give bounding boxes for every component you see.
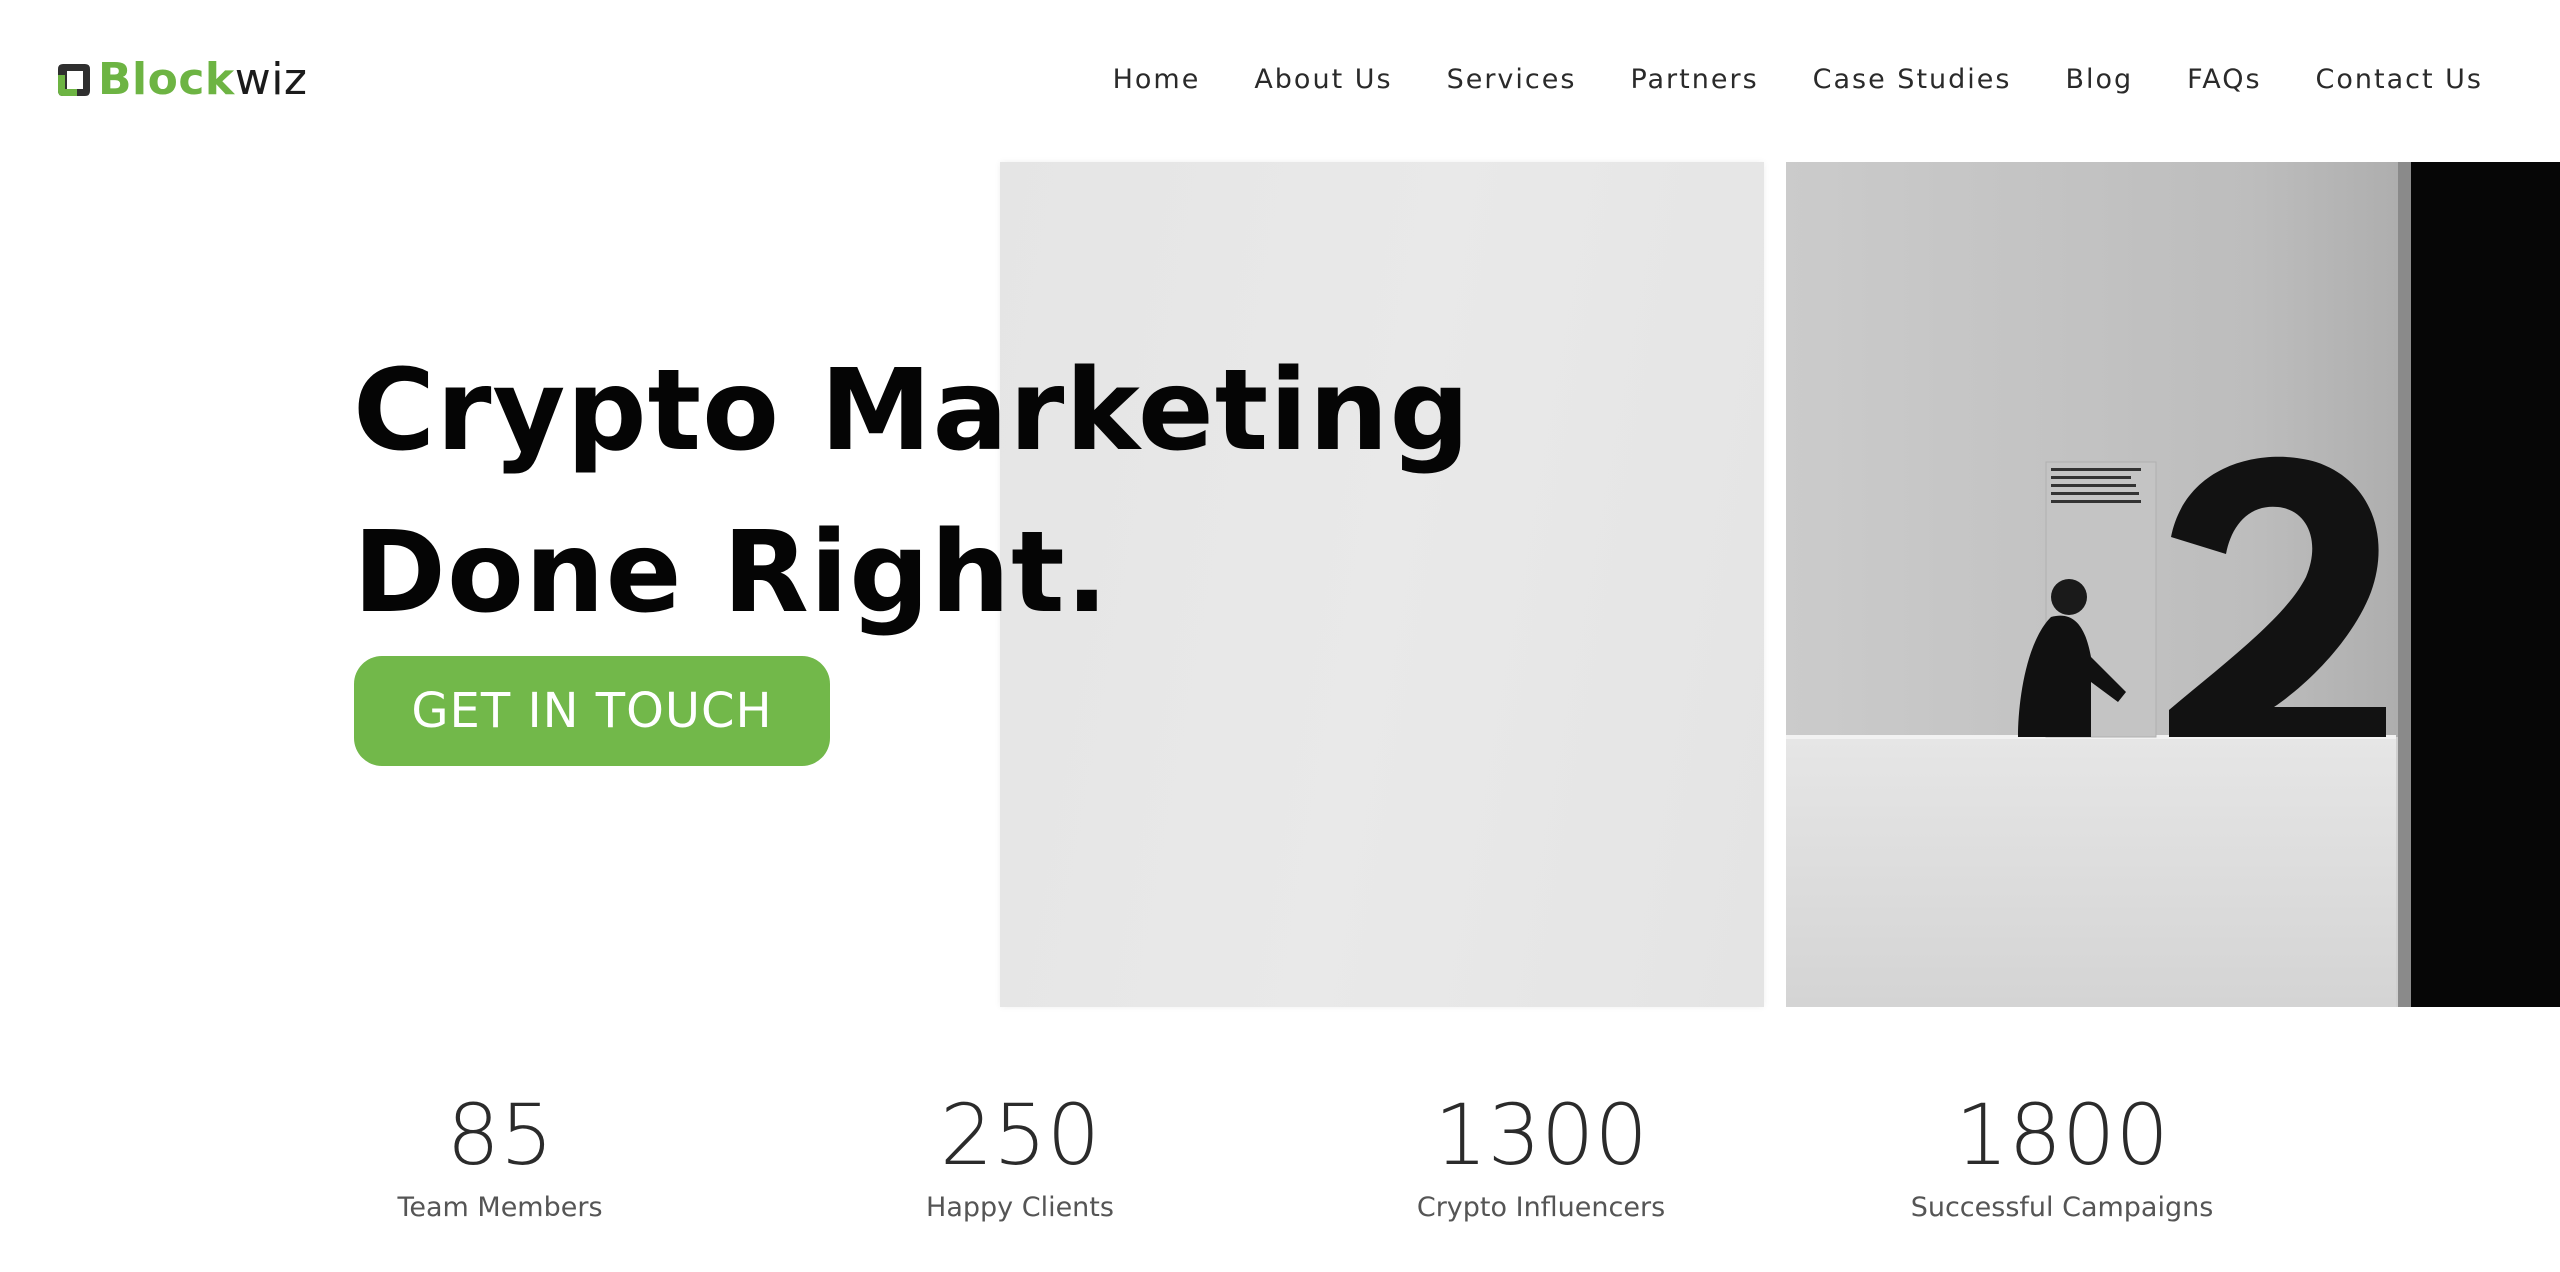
- stat-team-members: 85 Team Members: [290, 1080, 710, 1223]
- logo-brand-text: Block: [98, 54, 235, 105]
- main-navigation: Home About Us Services Partners Case Stu…: [1113, 64, 2483, 95]
- stats-section: 85 Team Members 250 Happy Clients 1300 C…: [0, 1080, 2560, 1272]
- stat-happy-clients: 250 Happy Clients: [810, 1080, 1230, 1223]
- hero-title-line-2: Done Right.: [353, 508, 1110, 638]
- logo-suffix-text: wiz: [234, 54, 308, 105]
- logo-link[interactable]: Blockwiz: [55, 58, 308, 102]
- site-header: Blockwiz Home About Us Services Partners…: [0, 0, 2560, 162]
- nav-item-case-studies[interactable]: Case Studies: [1813, 64, 2012, 95]
- stat-successful-campaigns: 1800 Successful Campaigns: [1852, 1080, 2272, 1223]
- stat-crypto-influencers: 1300 Crypto Influencers: [1331, 1080, 1751, 1223]
- stat-label: Successful Campaigns: [1910, 1192, 2214, 1223]
- stat-label: Crypto Influencers: [1416, 1192, 1666, 1223]
- nav-item-about-us[interactable]: About Us: [1254, 64, 1392, 95]
- nav-item-services[interactable]: Services: [1447, 64, 1577, 95]
- stat-value: 1300: [1434, 1086, 1648, 1184]
- hero-photo: [1786, 162, 2560, 1007]
- get-in-touch-button[interactable]: GET IN TOUCH: [354, 656, 830, 766]
- logo-wordmark: Blockwiz: [98, 58, 308, 102]
- stat-label: Team Members: [397, 1192, 603, 1223]
- nav-item-partners[interactable]: Partners: [1630, 64, 1758, 95]
- gallery-photo-illustration: [1786, 162, 2560, 1007]
- stat-label: Happy Clients: [926, 1192, 1114, 1223]
- blockwiz-logo-icon: [58, 64, 90, 96]
- page: Blockwiz Home About Us Services Partners…: [0, 0, 2560, 1272]
- stat-value: 1800: [1955, 1086, 2169, 1184]
- nav-item-home[interactable]: Home: [1113, 64, 1201, 95]
- nav-item-faqs[interactable]: FAQs: [2187, 64, 2261, 95]
- hero-title-line-1: Crypto Marketing: [353, 346, 1471, 476]
- hero-title: Crypto Marketing Done Right.: [353, 330, 1471, 654]
- nav-item-blog[interactable]: Blog: [2065, 64, 2133, 95]
- stat-value: 85: [446, 1086, 554, 1184]
- stat-value: 250: [939, 1086, 1101, 1184]
- nav-item-contact-us[interactable]: Contact Us: [2316, 64, 2483, 95]
